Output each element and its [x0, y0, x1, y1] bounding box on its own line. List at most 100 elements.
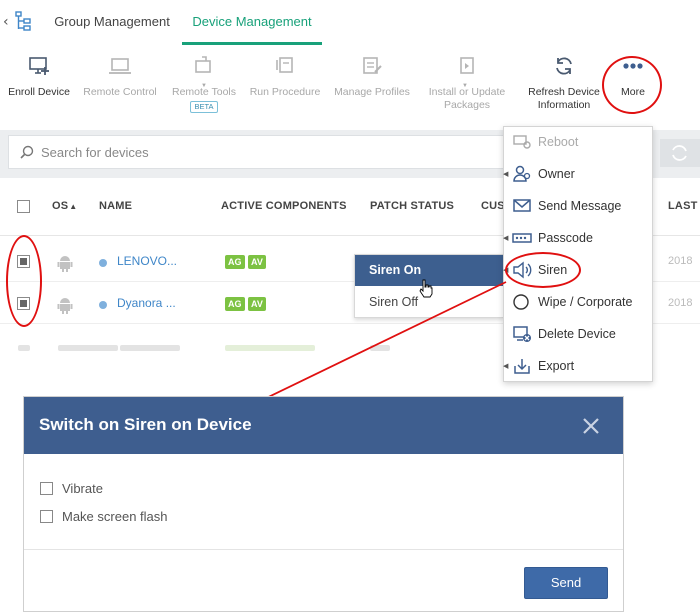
- remote-control-label: Remote Control: [83, 86, 157, 98]
- search-icon: [20, 145, 34, 159]
- install-packages-icon: [460, 57, 474, 74]
- select-all-checkbox[interactable]: [17, 200, 30, 213]
- column-patch-status[interactable]: PATCH STATUS: [370, 200, 454, 212]
- submenu-caret-icon: ◀: [503, 362, 509, 370]
- menu-item-export-label: Export: [538, 359, 575, 373]
- siren-highlight-circle: [505, 252, 581, 288]
- screen-flash-label: Make screen flash: [62, 509, 168, 524]
- refresh-device-information-button[interactable]: Refresh Device Information: [522, 46, 606, 112]
- android-icon: [57, 298, 73, 314]
- passcode-icon: [512, 233, 532, 243]
- menu-item-owner-label: Owner: [538, 167, 575, 181]
- close-icon[interactable]: [580, 415, 602, 437]
- menu-item-passcode-label: Passcode: [538, 231, 593, 245]
- install-update-label-line2: Packages: [443, 99, 491, 111]
- component-badge-av: AV: [248, 255, 266, 269]
- toolbar: Enroll Device Remote Control Remote Tool…: [0, 46, 700, 130]
- beta-badge: BETA: [190, 101, 218, 113]
- sort-asc-icon: ▲: [69, 202, 78, 211]
- reboot-icon: [513, 135, 531, 149]
- run-procedure-label: Run Procedure: [249, 86, 321, 98]
- owner-icon: [513, 165, 531, 182]
- menu-item-wipe-corporate[interactable]: Wipe / Corporate: [504, 287, 652, 318]
- dialog-title: Switch on Siren on Device: [39, 415, 252, 434]
- remote-tools-icon: [195, 56, 211, 73]
- submenu-caret-icon: ◀: [503, 170, 509, 178]
- faded-bar: [370, 345, 390, 351]
- column-last[interactable]: LAST: [668, 200, 698, 212]
- menu-item-export[interactable]: ◀ Export: [503, 351, 652, 382]
- android-icon: [57, 256, 73, 272]
- remote-control-button[interactable]: Remote Control: [80, 46, 160, 99]
- faded-bar: [58, 345, 118, 351]
- search-box: [8, 135, 508, 169]
- menu-item-send-message[interactable]: Send Message: [504, 191, 652, 222]
- menu-item-reboot-label: Reboot: [538, 135, 579, 149]
- search-input[interactable]: [41, 136, 441, 168]
- component-badge-ag: AG: [225, 297, 245, 311]
- enroll-device-label: Enroll Device: [8, 86, 70, 98]
- remote-tools-caret-icon: ▼: [201, 83, 207, 89]
- tab-group-management[interactable]: Group Management: [50, 0, 174, 44]
- last-activity-date: 2018: [668, 255, 693, 267]
- column-active-components[interactable]: ACTIVE COMPONENTS: [221, 200, 347, 212]
- back-chevron-icon[interactable]: ‹: [3, 14, 9, 30]
- table-refresh-icon: [672, 145, 687, 161]
- menu-item-delete-label: Delete Device: [538, 327, 616, 341]
- run-procedure-icon: [276, 57, 293, 73]
- manage-profiles-button[interactable]: Manage Profiles: [330, 46, 414, 99]
- refresh-label-line2: Information: [537, 99, 591, 111]
- laptop-icon: [109, 58, 131, 74]
- menu-item-delete-device[interactable]: Delete Device: [504, 319, 652, 350]
- device-name-link[interactable]: LENOVO...: [117, 254, 177, 268]
- faded-bar: [225, 345, 315, 351]
- menu-item-wipe-label: Wipe / Corporate: [538, 295, 633, 309]
- column-os[interactable]: OS▲: [52, 200, 77, 212]
- status-dot: [99, 259, 107, 267]
- status-dot: [99, 301, 107, 309]
- install-caret-icon: ▼: [462, 83, 468, 89]
- manage-profiles-label: Manage Profiles: [334, 86, 410, 98]
- component-badge-av: AV: [248, 297, 266, 311]
- submenu-caret-icon: ◀: [503, 234, 509, 242]
- more-highlight-circle: [602, 56, 662, 114]
- device-name-link[interactable]: Dyanora ...: [117, 296, 176, 310]
- dialog-divider: [24, 549, 623, 550]
- table-refresh-button[interactable]: [660, 139, 700, 167]
- vibrate-label: Vibrate: [62, 481, 103, 496]
- delete-device-icon: [513, 326, 531, 342]
- column-customer[interactable]: CUS: [481, 200, 505, 212]
- menu-item-owner[interactable]: ◀ Owner: [503, 159, 652, 190]
- tab-bar: ‹ Group Management Device Management: [0, 0, 700, 46]
- envelope-icon: [513, 199, 531, 212]
- menu-item-reboot[interactable]: Reboot: [504, 127, 652, 158]
- menu-item-passcode[interactable]: ◀ Passcode: [503, 223, 652, 254]
- active-tab-underline: [182, 42, 322, 45]
- faded-bar: [18, 345, 30, 351]
- export-icon: [514, 359, 530, 374]
- siren-dialog: Switch on Siren on Device Vibrate Make s…: [23, 396, 624, 612]
- refresh-icon: [556, 57, 572, 75]
- hand-cursor-icon: [419, 279, 433, 298]
- send-button[interactable]: Send: [524, 567, 608, 599]
- refresh-label-line1: Refresh Device: [528, 86, 600, 98]
- screen-flash-checkbox[interactable]: [40, 510, 53, 523]
- run-procedure-button[interactable]: Run Procedure: [248, 46, 322, 99]
- wipe-circle-icon: [513, 294, 529, 310]
- device-tree-icon[interactable]: [14, 10, 32, 32]
- manage-profiles-icon: [363, 57, 382, 74]
- column-name[interactable]: NAME: [99, 200, 132, 212]
- remote-tools-button[interactable]: Remote Tools BETA: [166, 46, 242, 113]
- tab-device-management[interactable]: Device Management: [182, 0, 322, 44]
- enroll-device-button[interactable]: Enroll Device: [4, 46, 74, 99]
- enroll-device-icon: [29, 57, 49, 75]
- faded-table-row: [0, 340, 500, 354]
- install-update-packages-button[interactable]: Install or Update Packages: [420, 46, 514, 112]
- rows-highlight-circle: [6, 235, 42, 327]
- dialog-header: Switch on Siren on Device: [24, 397, 623, 454]
- screenshot-stage: ‹ Group Management Device Management Enr…: [0, 0, 700, 614]
- last-activity-date: 2018: [668, 297, 693, 309]
- vibrate-checkbox[interactable]: [40, 482, 53, 495]
- column-os-label: OS: [52, 200, 69, 212]
- menu-item-send-message-label: Send Message: [538, 199, 622, 213]
